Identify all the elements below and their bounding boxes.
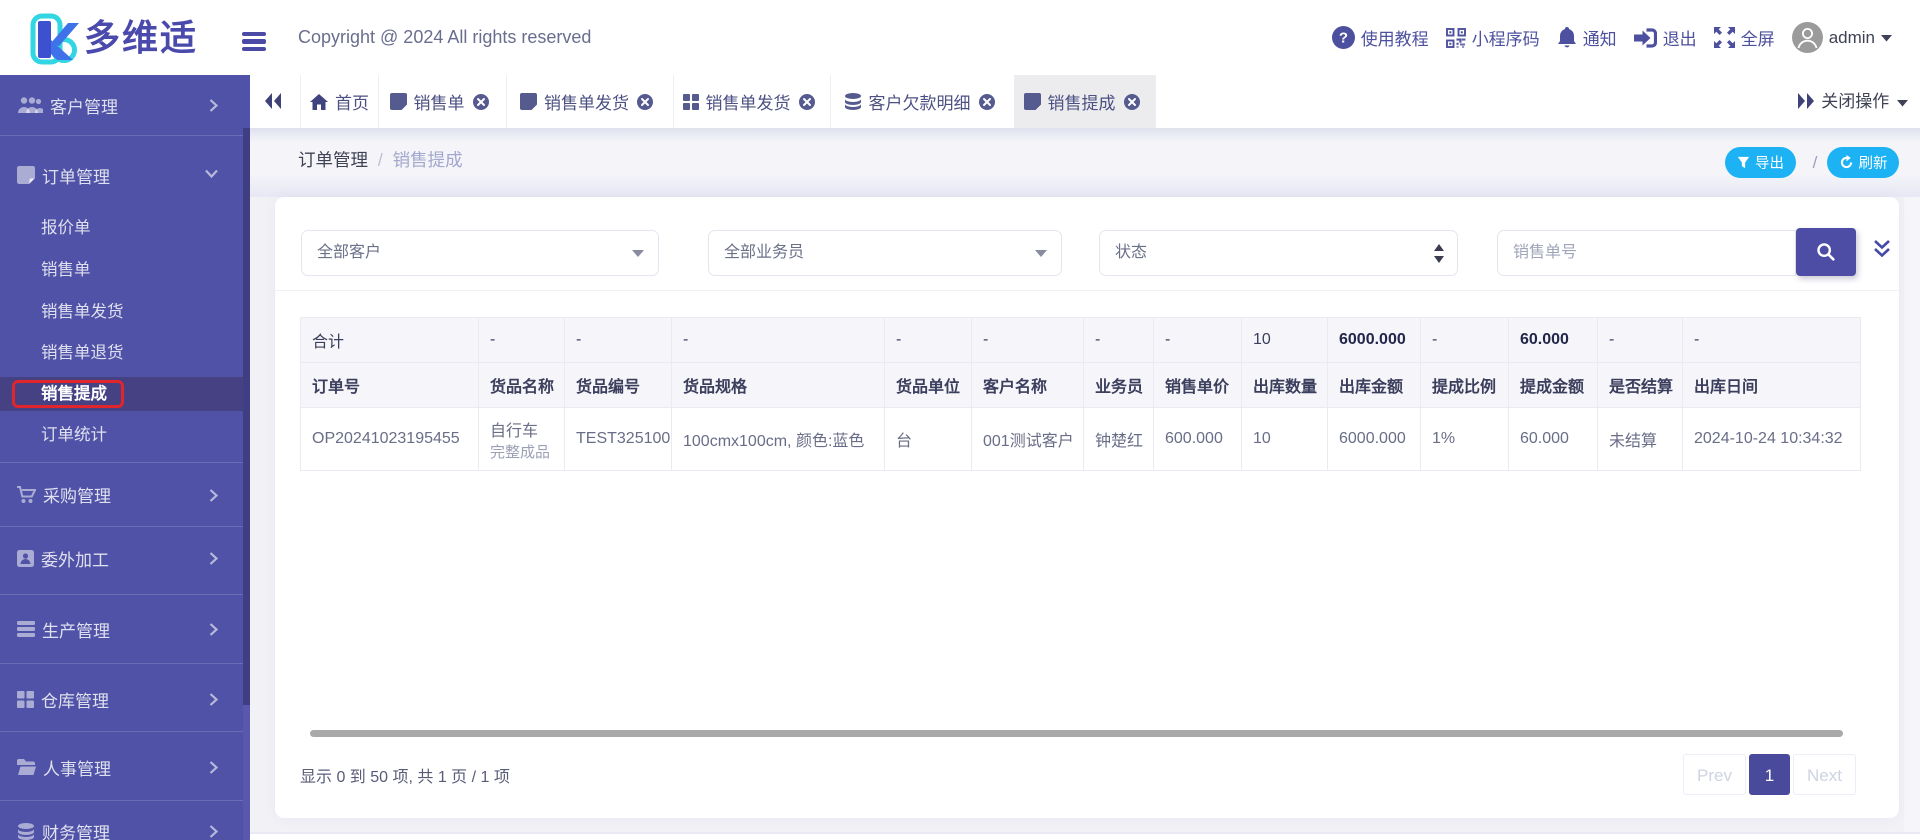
svg-text:?: ? [1339,30,1348,47]
